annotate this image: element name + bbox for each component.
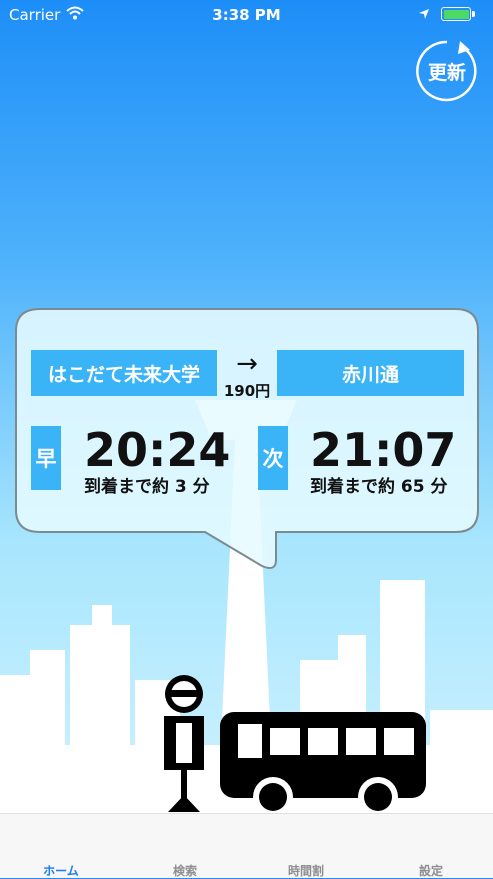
tab-home[interactable]: ホーム — [11, 862, 111, 879]
tab-bar: ホーム 検索 時間割 設定 — [0, 813, 493, 878]
earliest-arrival-text: 到着まで約 3 分 — [84, 477, 210, 497]
earliest-departure-time: 20:24 — [84, 423, 231, 477]
route-arrow-icon: → — [236, 349, 258, 379]
route-to-stop[interactable]: 赤川通 — [277, 350, 464, 396]
next-badge: 次 — [258, 426, 288, 490]
next-departure-time: 21:07 — [310, 423, 457, 477]
route-from-stop[interactable]: はこだて未来大学 — [31, 350, 217, 396]
tab-settings[interactable]: 設定 — [381, 862, 481, 879]
earliest-badge: 早 — [31, 426, 61, 490]
tab-search[interactable]: 検索 — [135, 862, 235, 879]
route-fare: 190円 — [223, 382, 271, 400]
next-arrival-text: 到着まで約 65 分 — [310, 477, 448, 497]
tab-timetable[interactable]: 時間割 — [256, 862, 356, 879]
